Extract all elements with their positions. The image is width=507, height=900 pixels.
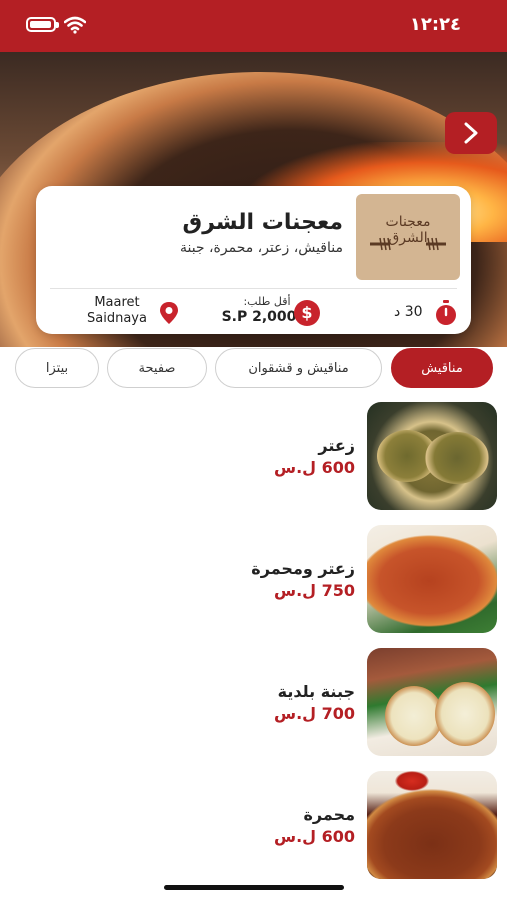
item-price: 600 ل.س bbox=[273, 458, 355, 477]
home-indicator[interactable] bbox=[164, 885, 344, 890]
wifi-icon bbox=[64, 16, 86, 34]
item-name: زعتر ومحمرة bbox=[251, 559, 355, 578]
menu-item[interactable]: محمرة 600 ل.س bbox=[0, 771, 507, 879]
menu-item[interactable]: زعتر 600 ل.س bbox=[0, 402, 507, 510]
item-name: محمرة bbox=[303, 805, 355, 824]
item-image-muhammara bbox=[367, 771, 497, 879]
tab-sfiha[interactable]: صفيحة bbox=[107, 348, 207, 388]
location-text: Maaret Saidnaya bbox=[87, 295, 147, 326]
chevron-right-icon bbox=[464, 122, 478, 144]
category-tabs: مناقيش مناقيش و قشقوان صفيحة بيتزا bbox=[0, 348, 507, 390]
item-image-jebna-baladiya bbox=[367, 648, 497, 756]
restaurant-info-card: معجنات الشرق معجنات الشرق مناقيش، زعتر، … bbox=[36, 186, 471, 334]
item-image-zaatar bbox=[367, 402, 497, 510]
item-price: 600 ل.س bbox=[273, 827, 355, 846]
next-button[interactable] bbox=[445, 112, 497, 154]
timer-icon bbox=[436, 300, 456, 325]
tab-manakish-kashkawan[interactable]: مناقيش و قشقوان bbox=[215, 348, 382, 388]
item-price: 750 ل.س bbox=[273, 581, 355, 600]
battery-icon bbox=[26, 17, 59, 32]
menu-item[interactable]: جبنة بلدية 700 ل.س bbox=[0, 648, 507, 756]
dollar-icon: $ bbox=[294, 300, 320, 326]
status-bar: ١٢:٢٤ bbox=[0, 0, 507, 52]
menu-item[interactable]: زعتر ومحمرة 750 ل.س bbox=[0, 525, 507, 633]
delivery-time: 30 د bbox=[394, 304, 423, 320]
restaurant-tags: مناقيش، زعتر، محمرة، جبنة bbox=[179, 240, 343, 256]
card-divider bbox=[50, 288, 457, 289]
item-image-zaatar-muhammara bbox=[367, 525, 497, 633]
status-time: ١٢:٢٤ bbox=[409, 14, 461, 35]
logo-wheat-icon bbox=[370, 237, 446, 251]
tab-manakish[interactable]: مناقيش bbox=[391, 348, 493, 388]
location-pin-icon bbox=[160, 302, 178, 324]
item-name: زعتر bbox=[318, 436, 355, 455]
item-price: 700 ل.س bbox=[273, 704, 355, 723]
tab-pizza[interactable]: بيتزا bbox=[15, 348, 99, 388]
item-name: جبنة بلدية bbox=[277, 682, 355, 701]
restaurant-name: معجنات الشرق bbox=[182, 210, 343, 235]
restaurant-logo: معجنات الشرق bbox=[356, 194, 460, 280]
